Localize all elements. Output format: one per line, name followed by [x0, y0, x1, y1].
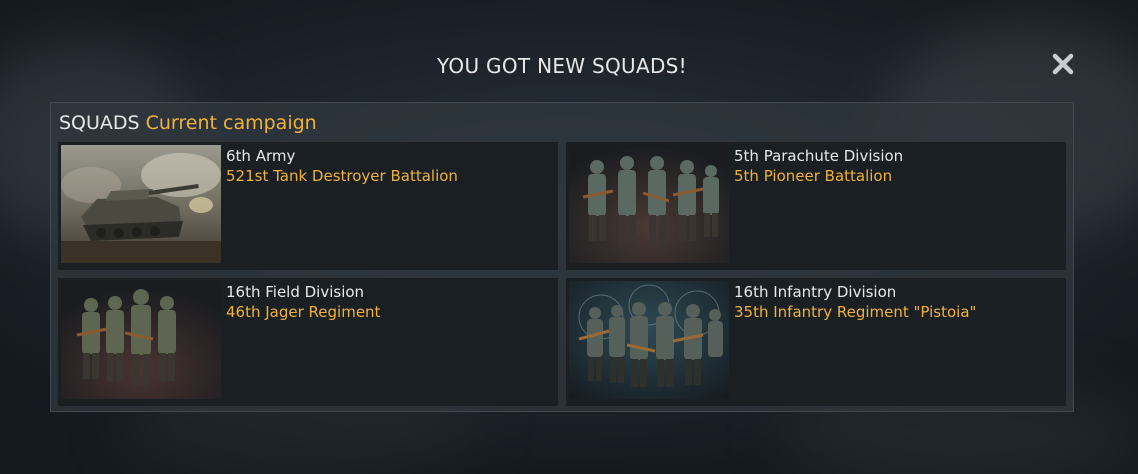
- squad-info: 16th Infantry Division 35th Infantry Reg…: [734, 282, 976, 322]
- division-name: 5th Parachute Division: [734, 147, 904, 165]
- squad-card[interactable]: 16th Field Division 46th Jager Regiment: [58, 278, 558, 406]
- tank-destroyer-image: [61, 145, 221, 263]
- division-name: 16th Infantry Division: [734, 283, 897, 301]
- squad-info: 16th Field Division 46th Jager Regiment: [226, 282, 380, 322]
- division-name: 6th Army: [226, 147, 296, 165]
- jager-squad-image: [61, 281, 221, 399]
- panel-header: SQUADS Current campaign: [59, 112, 317, 134]
- squad-card[interactable]: 16th Infantry Division 35th Infantry Reg…: [566, 278, 1066, 406]
- campaign-label: Current campaign: [145, 112, 317, 134]
- unit-name: 35th Infantry Regiment "Pistoia": [734, 303, 977, 321]
- squad-card[interactable]: 6th Army 521st Tank Destroyer Battalion: [58, 142, 558, 270]
- dialog-title: YOU GOT NEW SQUADS!: [437, 54, 687, 78]
- close-icon: [1052, 53, 1074, 75]
- squad-info: 6th Army 521st Tank Destroyer Battalion: [226, 146, 458, 186]
- panel-label: SQUADS: [59, 112, 140, 134]
- paratrooper-squad-image: [569, 145, 729, 263]
- unit-name: 46th Jager Regiment: [226, 303, 381, 321]
- squad-info: 5th Parachute Division 5th Pioneer Batta…: [734, 146, 903, 186]
- squad-card[interactable]: 5th Parachute Division 5th Pioneer Batta…: [566, 142, 1066, 270]
- unit-name: 5th Pioneer Battalion: [734, 167, 893, 185]
- unit-name: 521st Tank Destroyer Battalion: [226, 167, 458, 185]
- close-button[interactable]: [1050, 51, 1076, 77]
- infantry-squad-image: [569, 281, 729, 399]
- squads-panel: SQUADS Current campaign 6th Army 521st T…: [50, 102, 1074, 412]
- division-name: 16th Field Division: [226, 283, 365, 301]
